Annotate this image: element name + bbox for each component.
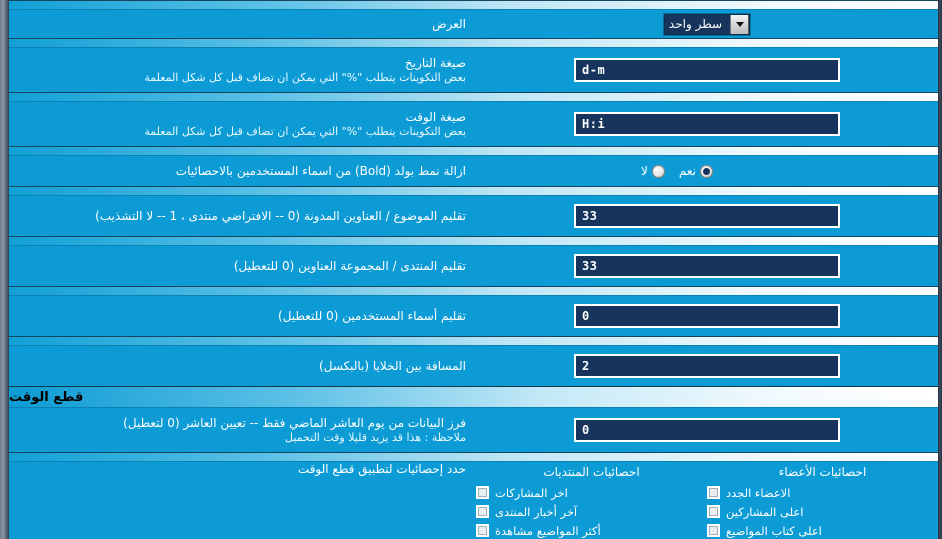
- date-format-hint: بعض التكوينات يتطلب "%" التي يمكن ان تضا…: [144, 70, 466, 84]
- display-select[interactable]: سطر واحد: [663, 13, 751, 35]
- separator-top: [9, 0, 938, 10]
- checkbox-label: الاعضاء الجدد: [726, 485, 791, 500]
- chevron-down-icon[interactable]: [730, 14, 750, 34]
- checkbox-item[interactable]: الاعضاء الجدد: [707, 483, 938, 502]
- date-format-input[interactable]: d-m: [574, 58, 840, 82]
- checkbox-latest-posts[interactable]: [476, 486, 489, 499]
- time-format-hint: بعض التكوينات يتطلب "%" التي يمكن ان تضا…: [144, 124, 466, 138]
- date-format-description: صيغة التاريخ بعض التكوينات يتطلب "%" الت…: [9, 56, 476, 85]
- settings-page: سطر واحد العرض d-m صيغة التاريخ بعض التك…: [0, 0, 942, 539]
- checkbox-label: أكثر المواضيع مشاهدة: [495, 523, 601, 538]
- bold-removal-cell: نعم لا: [476, 164, 938, 178]
- timecut-stats-header-row: احصائيات الأعضاء احصائيات المنتديات حدد …: [9, 462, 938, 483]
- forum-trim-input[interactable]: 33: [574, 254, 840, 278]
- username-trim-description: تقليم أسماء المستخدمين (0 للتعطيل): [9, 309, 476, 324]
- display-label: العرض: [432, 16, 466, 31]
- row-forum-trim: 33 تقليم المنتدى / المجموعة العناوين (0 …: [9, 246, 938, 286]
- row-username-trim: 0 تقليم أسماء المستخدمين (0 للتعطيل): [9, 296, 938, 336]
- separator-3: [9, 146, 938, 156]
- timecut-stats-label: حدد إحصائيات لتطبيق قطع الوقت: [297, 462, 466, 476]
- separator-6: [9, 286, 938, 296]
- topic-trim-cell: 33: [476, 204, 938, 228]
- checkbox-top-thread-starters[interactable]: [707, 524, 720, 537]
- checkbox-item[interactable]: أكثر المواضيع مشاهدة: [476, 521, 707, 539]
- checkbox-label: آخر أخبار المنتدى: [495, 504, 578, 519]
- row-date-format: d-m صيغة التاريخ بعض التكوينات يتطلب "%"…: [9, 48, 938, 92]
- timecut-input[interactable]: 0: [574, 418, 840, 442]
- forum-trim-label: تقليم المنتدى / المجموعة العناوين (0 للت…: [233, 258, 466, 273]
- cell-spacing-description: المسافة بين الخلايا (بالبكسل): [9, 359, 476, 374]
- username-trim-cell: 0: [476, 304, 938, 328]
- checkbox-label: اخر المشاركات: [495, 485, 568, 500]
- cell-spacing-input[interactable]: 2: [574, 354, 840, 378]
- checkbox-item[interactable]: آخر أخبار المنتدى: [476, 502, 707, 521]
- checkbox-item[interactable]: اعلى المشاركين: [707, 502, 938, 521]
- date-format-label: صيغة التاريخ: [405, 55, 466, 70]
- checkbox-most-viewed-threads[interactable]: [476, 524, 489, 537]
- row-timecut: 0 فرز البيانات من يوم العاشر الماضي فقط …: [9, 408, 938, 452]
- bold-removal-option-yes[interactable]: نعم: [679, 164, 713, 178]
- checkbox-latest-forum-news[interactable]: [476, 505, 489, 518]
- checkbox-label: اعلى المشاركين: [726, 504, 804, 519]
- username-trim-label: تقليم أسماء المستخدمين (0 للتعطيل): [278, 308, 466, 323]
- radio-no-label: لا: [641, 164, 648, 178]
- time-format-description: صيغة الوقت بعض التكوينات يتطلب "%" التي …: [9, 110, 476, 139]
- bold-removal-radio-group: نعم لا: [476, 164, 938, 178]
- radio-yes-label: نعم: [678, 164, 696, 178]
- timecut-stats-area: احصائيات الأعضاء احصائيات المنتديات حدد …: [9, 462, 938, 539]
- timecut-cell: 0: [476, 418, 938, 442]
- topic-trim-input[interactable]: 33: [574, 204, 840, 228]
- separator-8: [9, 452, 938, 462]
- time-format-cell: H:i: [476, 112, 938, 136]
- topic-trim-description: تقليم الموضوع / العناوين المدونة (0 -- ا…: [9, 209, 476, 224]
- row-display: سطر واحد العرض: [9, 10, 938, 38]
- checkbox-label: اعلى كتاب المواضيع: [726, 523, 822, 538]
- radio-yes-icon[interactable]: [699, 164, 713, 178]
- column-header-members: احصائيات الأعضاء: [778, 465, 867, 479]
- window-left-edge: [0, 0, 9, 539]
- time-format-label: صيغة الوقت: [405, 109, 466, 124]
- topic-trim-label: تقليم الموضوع / العناوين المدونة (0 -- ا…: [95, 208, 466, 223]
- checkbox-top-posters[interactable]: [707, 505, 720, 518]
- row-cell-spacing: 2 المسافة بين الخلايا (بالبكسل): [9, 346, 938, 386]
- forum-trim-description: تقليم المنتدى / المجموعة العناوين (0 للت…: [9, 259, 476, 274]
- time-format-input[interactable]: H:i: [574, 112, 840, 136]
- cell-spacing-cell: 2: [476, 354, 938, 378]
- display-select-cell: سطر واحد: [476, 13, 938, 35]
- bold-removal-option-no[interactable]: لا: [641, 164, 665, 178]
- username-trim-input[interactable]: 0: [574, 304, 840, 328]
- timecut-stats-columns: الاعضاء الجدد اعلى المشاركين اعلى كتاب ا…: [476, 483, 938, 539]
- checkbox-item[interactable]: اخر المشاركات: [476, 483, 707, 502]
- forum-trim-cell: 33: [476, 254, 938, 278]
- checkbox-new-members[interactable]: [707, 486, 720, 499]
- timecut-label: فرز البيانات من يوم العاشر الماضي فقط --…: [123, 415, 466, 430]
- timecut-note: ملاحظة : هذا قد يزيد قليلا وقت التحميل: [285, 430, 466, 444]
- checkbox-column-forums: اخر المشاركات آخر أخبار المنتدى أكثر الم…: [476, 483, 707, 539]
- separator-7: [9, 336, 938, 346]
- separator-2: [9, 92, 938, 102]
- row-time-format: H:i صيغة الوقت بعض التكوينات يتطلب "%" ا…: [9, 102, 938, 146]
- radio-no-icon[interactable]: [651, 164, 665, 178]
- section-header-timecut-label: قطع الوقت: [9, 389, 84, 405]
- timecut-description: فرز البيانات من يوم العاشر الماضي فقط --…: [9, 416, 476, 445]
- bold-removal-description: ازالة نمط بولد (Bold) من اسماء المستخدمي…: [9, 164, 476, 179]
- checkbox-column-members: الاعضاء الجدد اعلى المشاركين اعلى كتاب ا…: [707, 483, 938, 539]
- row-bold-removal: نعم لا ازالة نمط بولد (Bold) من اسماء ال…: [9, 156, 938, 186]
- display-description: العرض: [9, 17, 476, 32]
- display-select-value: سطر واحد: [668, 17, 723, 31]
- separator-5: [9, 236, 938, 246]
- settings-sheet: سطر واحد العرض d-m صيغة التاريخ بعض التك…: [9, 0, 938, 539]
- window-right-edge: [938, 0, 942, 539]
- separator-4: [9, 186, 938, 196]
- checkbox-item[interactable]: اعلى كتاب المواضيع: [707, 521, 938, 539]
- bold-removal-label: ازالة نمط بولد (Bold) من اسماء المستخدمي…: [175, 163, 466, 178]
- row-topic-trim: 33 تقليم الموضوع / العناوين المدونة (0 -…: [9, 196, 938, 236]
- section-header-timecut: قطع الوقت: [9, 386, 938, 408]
- cell-spacing-label: المسافة بين الخلايا (بالبكسل): [319, 358, 466, 373]
- column-header-forums: احصائيات المنتديات: [543, 465, 640, 479]
- separator-1: [9, 38, 938, 48]
- checkbox-right-padding: [9, 483, 476, 539]
- date-format-cell: d-m: [476, 58, 938, 82]
